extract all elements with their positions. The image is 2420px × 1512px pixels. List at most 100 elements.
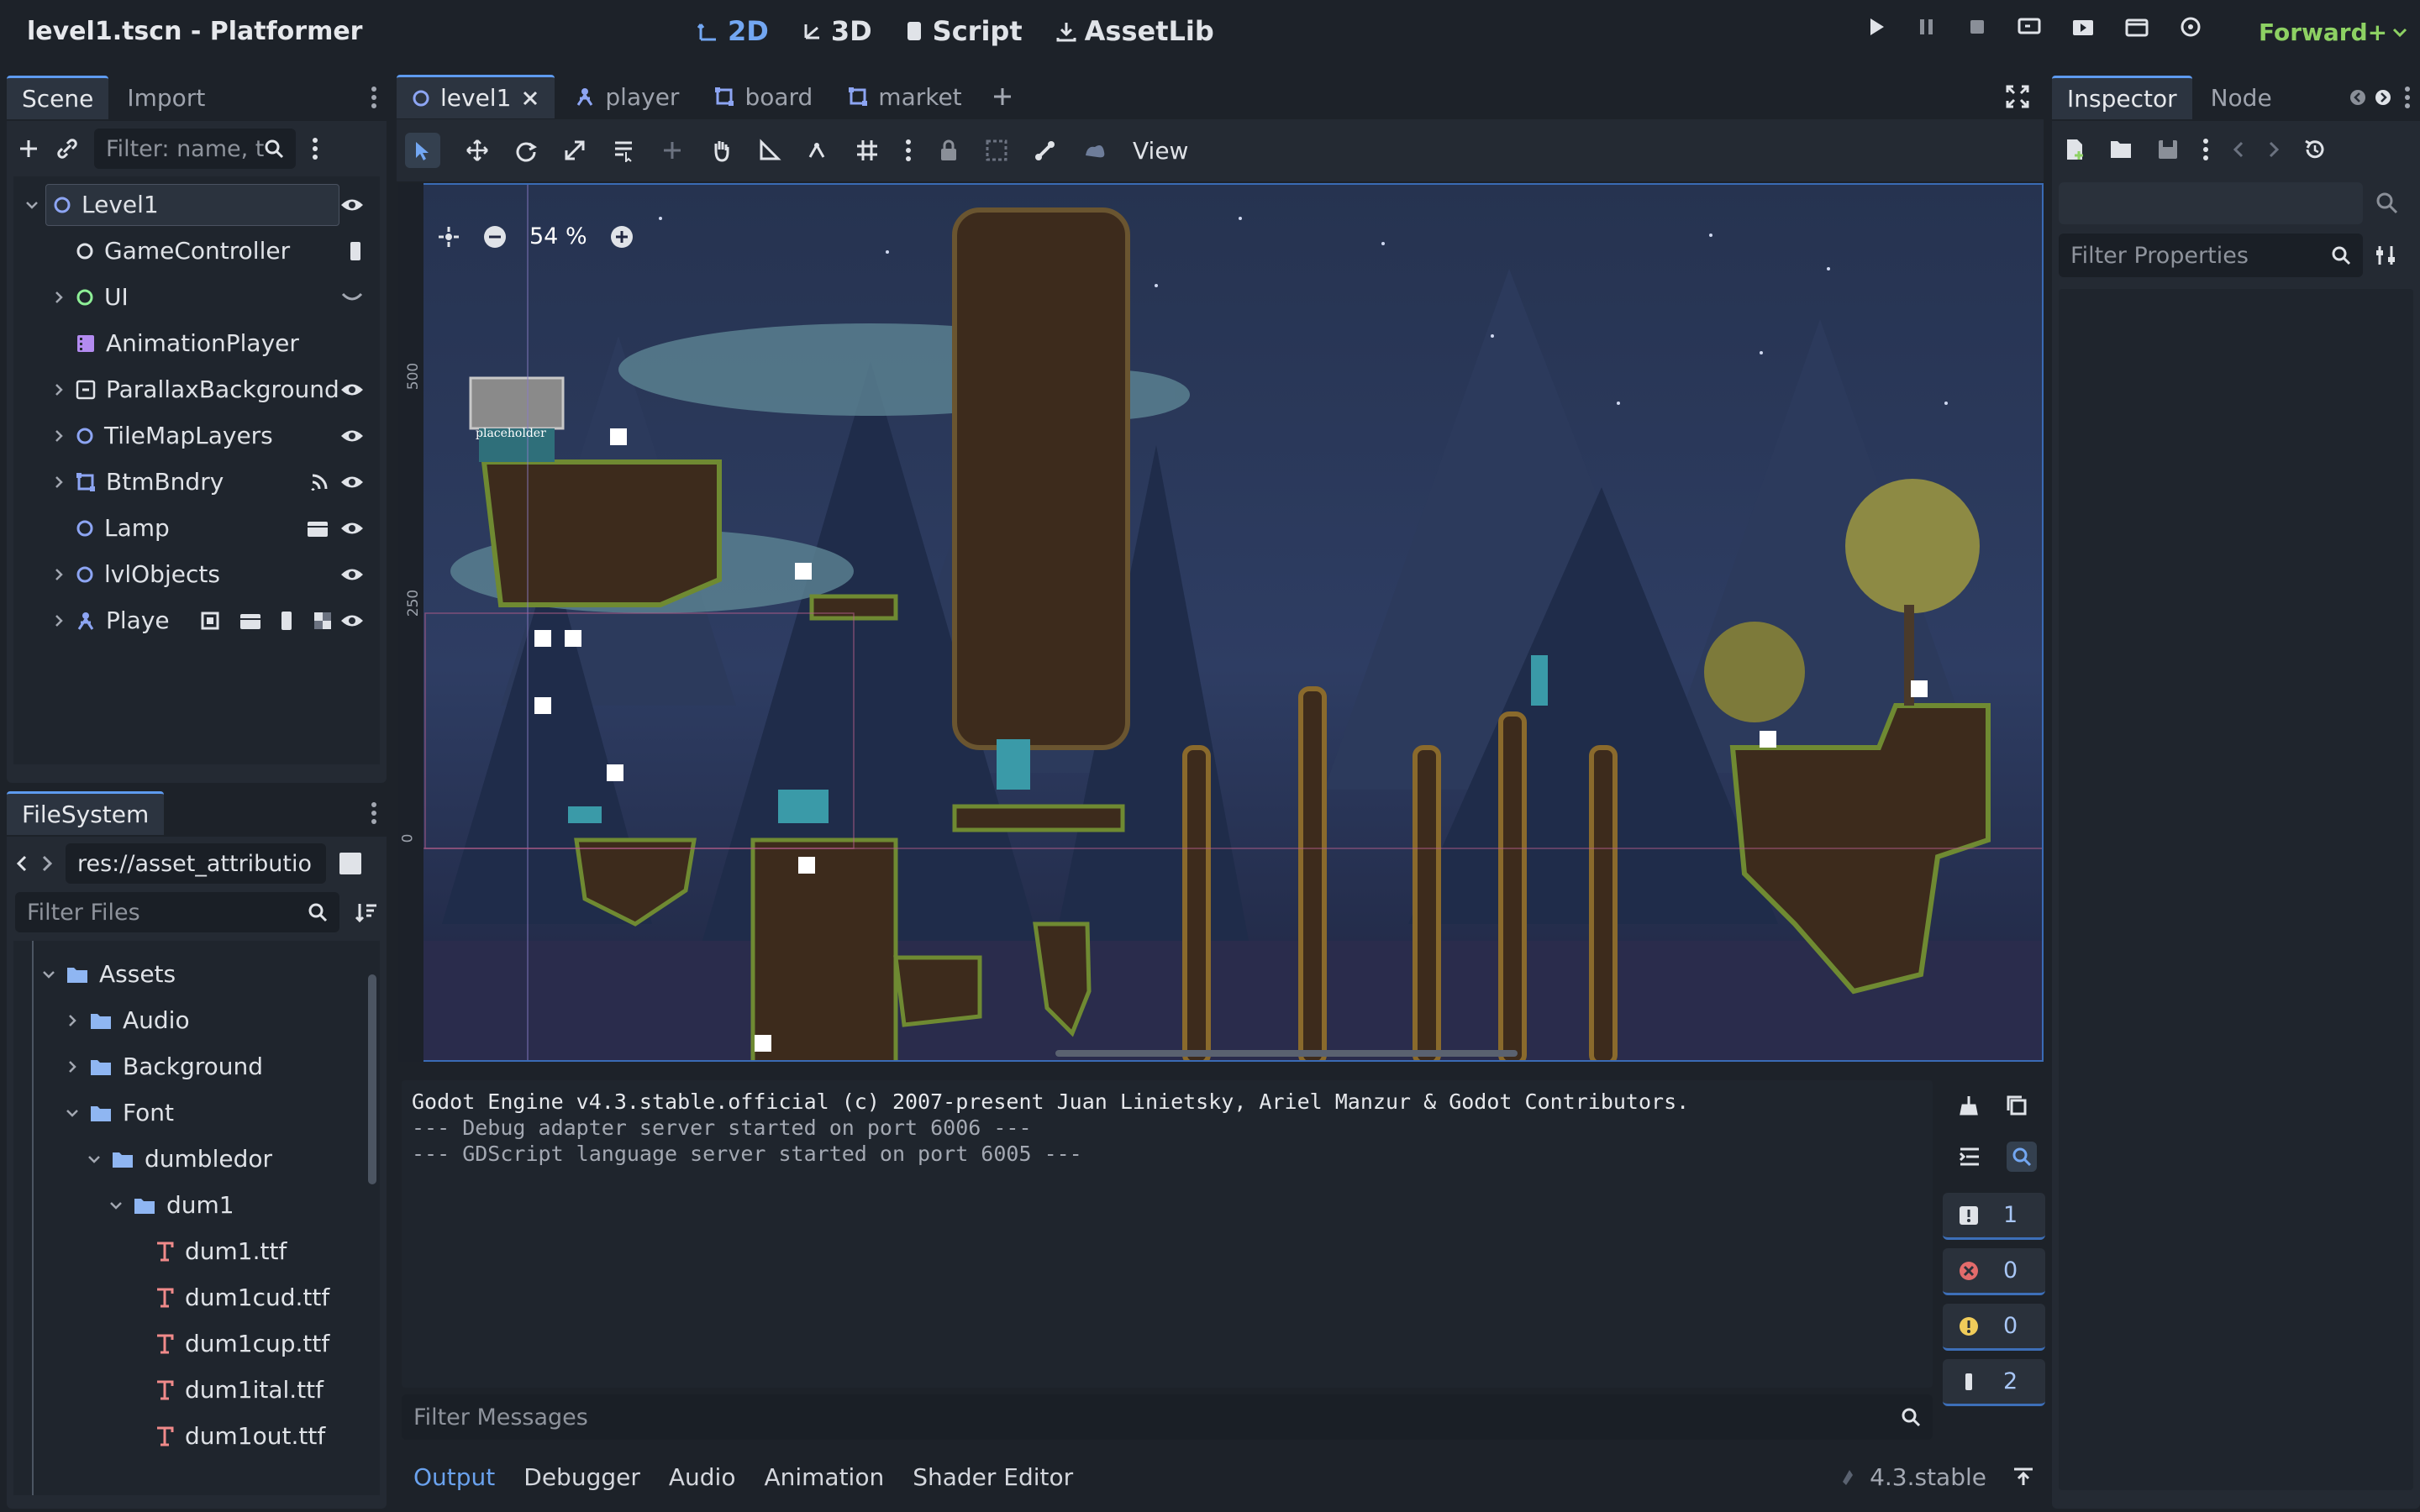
- file-item-font-file[interactable]: dum1ital.ttf: [13, 1367, 380, 1413]
- file-item-font-file[interactable]: dum1cud.ttf: [13, 1274, 380, 1320]
- error-counter[interactable]: 0: [1943, 1248, 2045, 1295]
- eye-icon[interactable]: [339, 427, 365, 445]
- copy-icon[interactable]: [2005, 1094, 2028, 1117]
- dock-right-icon[interactable]: [2375, 87, 2391, 108]
- pivot-tool-icon[interactable]: [660, 139, 684, 162]
- update-spinner-icon[interactable]: [1838, 1467, 1858, 1487]
- stop-icon[interactable]: [1966, 15, 1988, 39]
- tab-filesystem[interactable]: FileSystem: [7, 791, 165, 835]
- particles-icon[interactable]: [1082, 139, 1107, 162]
- pan-tool-icon[interactable]: [709, 139, 733, 162]
- play-custom-scene-icon[interactable]: [2124, 15, 2149, 39]
- zoom-level[interactable]: 54 %: [529, 223, 587, 249]
- tree-node-animationplayer[interactable]: AnimationPlayer: [13, 320, 380, 366]
- dock-menu-icon[interactable]: [370, 801, 378, 826]
- tab-debugger[interactable]: Debugger: [523, 1463, 640, 1491]
- chevron-down-icon[interactable]: [40, 966, 57, 983]
- eye-icon[interactable]: [339, 473, 365, 491]
- renderer-selector[interactable]: Forward+: [2259, 18, 2407, 46]
- close-icon[interactable]: [521, 89, 539, 108]
- rotate-tool-icon[interactable]: [514, 139, 538, 162]
- history-icon[interactable]: [2302, 138, 2326, 161]
- dock-left-icon[interactable]: [2349, 87, 2366, 108]
- center-view-icon[interactable]: [437, 225, 460, 249]
- dock-menu-icon[interactable]: [2403, 85, 2412, 110]
- history-forward-icon[interactable]: [2267, 139, 2281, 160]
- tab-output[interactable]: Output: [413, 1463, 495, 1491]
- editor-message-counter[interactable]: 2: [1943, 1359, 2045, 1406]
- eye-icon[interactable]: [339, 196, 365, 214]
- tree-node-btmbndry[interactable]: BtmBndry: [13, 459, 380, 505]
- filter-properties-input[interactable]: Filter Properties: [2059, 234, 2363, 277]
- tree-node-lamp[interactable]: Lamp: [13, 505, 380, 551]
- eye-icon[interactable]: [339, 381, 365, 399]
- add-tab-icon[interactable]: [991, 85, 1014, 108]
- new-resource-icon[interactable]: [2064, 138, 2087, 161]
- history-back-icon[interactable]: [2232, 139, 2245, 160]
- select-tool-icon[interactable]: [405, 133, 440, 168]
- level-canvas[interactable]: placeholder: [400, 185, 2044, 1062]
- chevron-right-icon[interactable]: [50, 474, 67, 491]
- tree-node-player[interactable]: Playe: [13, 597, 380, 643]
- warning-counter[interactable]: 0: [1943, 1304, 2045, 1351]
- play-icon[interactable]: [1865, 15, 1887, 39]
- movie-maker-icon[interactable]: [2178, 15, 2203, 39]
- chevron-right-icon[interactable]: [64, 1012, 81, 1029]
- play-scene-icon[interactable]: [2070, 15, 2096, 39]
- inspector-settings-icon[interactable]: [2375, 244, 2398, 267]
- grid-snap-icon[interactable]: [855, 139, 879, 162]
- script-icon[interactable]: [277, 610, 296, 632]
- scene-instance-icon[interactable]: [306, 518, 329, 538]
- file-item-dum1-folder[interactable]: dum1: [13, 1182, 380, 1228]
- scene-filter-input[interactable]: Filter: name, t:: [94, 129, 296, 169]
- chevron-right-icon[interactable]: [50, 612, 67, 629]
- file-item-audio[interactable]: Audio: [13, 997, 380, 1043]
- file-item-dumbledor[interactable]: dumbledor: [13, 1136, 380, 1182]
- collapse-icon[interactable]: [339, 289, 365, 306]
- file-filter-input[interactable]: Filter Files: [15, 892, 339, 932]
- eye-icon[interactable]: [339, 519, 365, 538]
- smart-snap-icon[interactable]: [807, 139, 830, 162]
- chevron-right-icon[interactable]: [64, 1058, 81, 1075]
- mode-3d-button[interactable]: 3D: [801, 15, 872, 47]
- scene-tab-market[interactable]: market: [833, 75, 976, 118]
- canvas-viewport[interactable]: placeholder: [398, 183, 2044, 1062]
- scene-options-icon[interactable]: [311, 136, 319, 161]
- message-counter[interactable]: 1: [1943, 1193, 2045, 1240]
- eye-icon[interactable]: [339, 565, 365, 584]
- tab-audio[interactable]: Audio: [669, 1463, 736, 1491]
- add-node-icon[interactable]: [17, 137, 40, 160]
- chevron-down-icon[interactable]: [24, 197, 40, 213]
- clear-output-icon[interactable]: [1958, 1094, 1980, 1117]
- distraction-free-icon[interactable]: [2005, 84, 2030, 109]
- chevron-right-icon[interactable]: [50, 289, 67, 306]
- save-resource-icon[interactable]: [2156, 138, 2180, 161]
- search-icon[interactable]: [2007, 1142, 2037, 1172]
- tab-node[interactable]: Node: [2196, 76, 2287, 119]
- chevron-down-icon[interactable]: [86, 1151, 103, 1168]
- snap-options-icon[interactable]: [904, 138, 913, 163]
- dock-menu-icon[interactable]: [370, 85, 378, 110]
- remote-debug-icon[interactable]: [2017, 15, 2042, 39]
- mode-assetlib-button[interactable]: AssetLib: [1055, 15, 1214, 47]
- tab-import[interactable]: Import: [112, 76, 220, 119]
- tree-node-lvlobjects[interactable]: lvlObjects: [13, 551, 380, 597]
- mode-script-button[interactable]: Script: [904, 15, 1023, 47]
- sort-icon[interactable]: [355, 900, 378, 924]
- mode-2d-button[interactable]: 2D: [697, 15, 769, 47]
- scene-tab-player[interactable]: player: [560, 75, 694, 118]
- move-tool-icon[interactable]: [466, 139, 489, 162]
- split-view-icon[interactable]: [338, 851, 363, 876]
- view-menu[interactable]: View: [1133, 137, 1188, 165]
- tree-node-gamecontroller[interactable]: GameController: [13, 228, 380, 274]
- zoom-in-icon[interactable]: [609, 224, 634, 249]
- tree-node-ui[interactable]: UI: [13, 274, 380, 320]
- open-docs-icon[interactable]: [2375, 191, 2400, 216]
- chevron-right-icon[interactable]: [50, 428, 67, 444]
- file-item-assets[interactable]: Assets: [13, 951, 380, 997]
- collapse-duplicates-icon[interactable]: [1958, 1145, 1981, 1168]
- zoom-out-icon[interactable]: [482, 224, 508, 249]
- chevron-down-icon[interactable]: [64, 1105, 81, 1121]
- tab-shader-editor[interactable]: Shader Editor: [913, 1463, 1073, 1491]
- tree-node-parallaxbackground[interactable]: ParallaxBackground: [13, 366, 380, 412]
